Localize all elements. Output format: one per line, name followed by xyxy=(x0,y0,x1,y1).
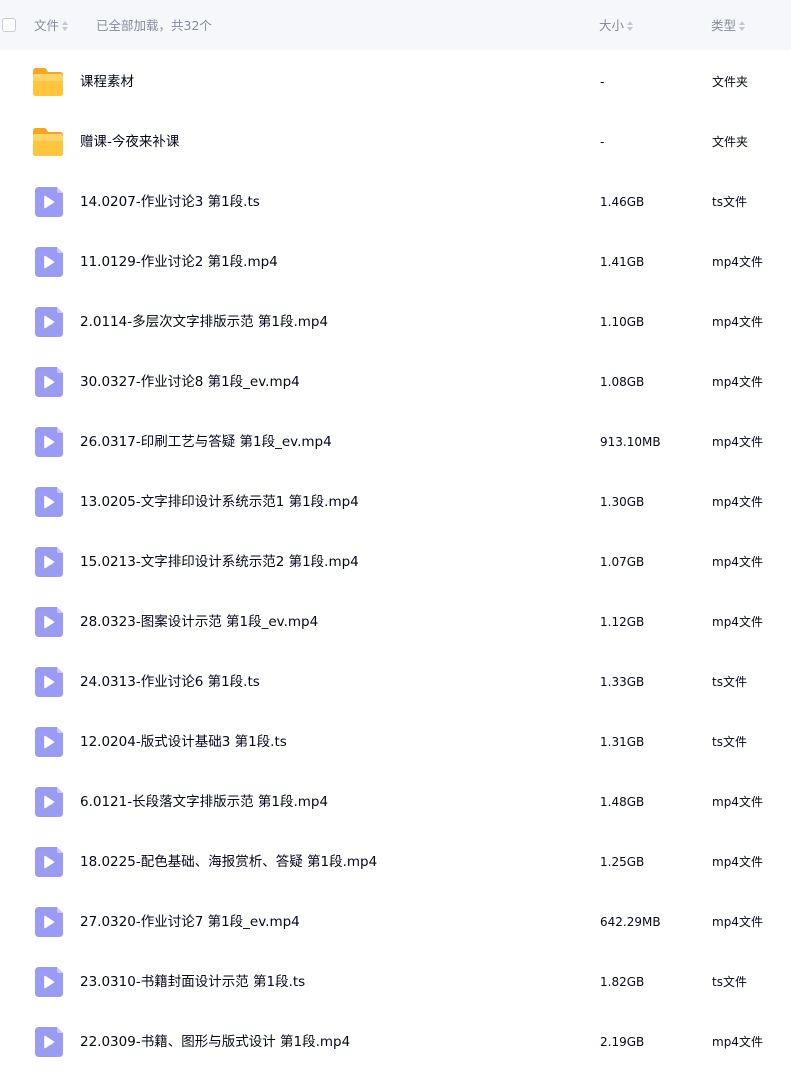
file-size: - xyxy=(600,75,605,89)
sort-by-name-header[interactable]: 文件 xyxy=(34,0,69,50)
video-icon xyxy=(32,427,64,457)
name-column-label: 文件 xyxy=(34,18,60,33)
file-row[interactable]: 28.0323-图案设计示范 第1段_ev.mp4 1.12GB mp4文件 xyxy=(0,592,791,652)
video-icon xyxy=(32,547,64,577)
file-type: ts文件 xyxy=(712,735,747,749)
file-size: 1.33GB xyxy=(600,675,645,689)
file-row[interactable]: 22.0309-书籍、图形与版式设计 第1段.mp4 2.19GB mp4文件 xyxy=(0,1012,791,1072)
file-row[interactable]: 24.0313-作业讨论6 第1段.ts 1.33GB ts文件 xyxy=(0,652,791,712)
file-row[interactable]: 2.0114-多层次文字排版示范 第1段.mp4 1.10GB mp4文件 xyxy=(0,292,791,352)
file-size: 1.30GB xyxy=(600,495,645,509)
file-name[interactable]: 2.0114-多层次文字排版示范 第1段.mp4 xyxy=(80,292,328,352)
file-type: mp4文件 xyxy=(712,315,763,329)
folder-icon xyxy=(32,67,64,97)
video-icon xyxy=(32,907,64,937)
file-name[interactable]: 11.0129-作业讨论2 第1段.mp4 xyxy=(80,232,278,292)
video-icon xyxy=(32,307,64,337)
video-icon xyxy=(32,847,64,877)
file-size: 913.10MB xyxy=(600,435,661,449)
file-type: mp4文件 xyxy=(712,255,763,269)
file-name[interactable]: 28.0323-图案设计示范 第1段_ev.mp4 xyxy=(80,592,318,652)
file-list-header: 文件 已全部加载，共32个 大小 类型 xyxy=(0,0,791,50)
video-icon xyxy=(32,787,64,817)
file-size: 1.25GB xyxy=(600,855,645,869)
file-size: 1.07GB xyxy=(600,555,645,569)
file-row[interactable]: 赠课-今夜来补课 - 文件夹 xyxy=(0,112,791,172)
file-type: mp4文件 xyxy=(712,795,763,809)
file-name[interactable]: 13.0205-文字排印设计系统示范1 第1段.mp4 xyxy=(80,472,359,532)
file-row[interactable]: 23.0310-书籍封面设计示范 第1段.ts 1.82GB ts文件 xyxy=(0,952,791,1012)
file-type: ts文件 xyxy=(712,675,747,689)
file-type: mp4文件 xyxy=(712,915,763,929)
file-row[interactable]: 18.0225-配色基础、海报赏析、答疑 第1段.mp4 1.25GB mp4文件 xyxy=(0,832,791,892)
file-row[interactable]: 课程素材 - 文件夹 xyxy=(0,52,791,112)
file-type: mp4文件 xyxy=(712,615,763,629)
file-type: mp4文件 xyxy=(712,1035,763,1049)
file-row[interactable]: 14.0207-作业讨论3 第1段.ts 1.46GB ts文件 xyxy=(0,172,791,232)
file-size: 1.12GB xyxy=(600,615,645,629)
file-row[interactable]: 12.0204-版式设计基础3 第1段.ts 1.31GB ts文件 xyxy=(0,712,791,772)
sort-by-type-header[interactable]: 类型 xyxy=(711,0,746,50)
file-size: 2.19GB xyxy=(600,1035,645,1049)
file-size: 1.08GB xyxy=(600,375,645,389)
video-icon xyxy=(32,247,64,277)
file-name[interactable]: 27.0320-作业讨论7 第1段_ev.mp4 xyxy=(80,892,300,952)
video-icon xyxy=(32,367,64,397)
sort-icon xyxy=(627,20,634,32)
sort-icon xyxy=(739,20,746,32)
file-name[interactable]: 26.0317-印刷工艺与答疑 第1段_ev.mp4 xyxy=(80,412,332,472)
loaded-count-text: 已全部加载，共32个 xyxy=(96,18,212,33)
file-name[interactable]: 14.0207-作业讨论3 第1段.ts xyxy=(80,172,260,232)
type-column-label: 类型 xyxy=(711,18,737,33)
file-row[interactable]: 30.0327-作业讨论8 第1段_ev.mp4 1.08GB mp4文件 xyxy=(0,352,791,412)
file-size: 1.10GB xyxy=(600,315,645,329)
video-icon xyxy=(32,487,64,517)
file-list: 课程素材 - 文件夹 赠课-今夜来补课 - 文件夹 14.0207-作业讨论3 第1段.ts… xyxy=(0,52,791,1072)
video-icon xyxy=(32,967,64,997)
file-name[interactable]: 24.0313-作业讨论6 第1段.ts xyxy=(80,652,260,712)
file-name[interactable]: 12.0204-版式设计基础3 第1段.ts xyxy=(80,712,287,772)
file-name[interactable]: 30.0327-作业讨论8 第1段_ev.mp4 xyxy=(80,352,300,412)
file-size: 642.29MB xyxy=(600,915,661,929)
file-size: 1.46GB xyxy=(600,195,645,209)
size-column-label: 大小 xyxy=(599,18,625,33)
sort-icon xyxy=(62,20,69,32)
file-size: - xyxy=(600,135,605,149)
file-name[interactable]: 18.0225-配色基础、海报赏析、答疑 第1段.mp4 xyxy=(80,832,377,892)
file-size: 1.41GB xyxy=(600,255,645,269)
file-type: ts文件 xyxy=(712,975,747,989)
video-icon xyxy=(32,727,64,757)
file-size: 1.48GB xyxy=(600,795,645,809)
file-name[interactable]: 赠课-今夜来补课 xyxy=(80,112,179,172)
file-name[interactable]: 15.0213-文字排印设计系统示范2 第1段.mp4 xyxy=(80,532,359,592)
file-row[interactable]: 26.0317-印刷工艺与答疑 第1段_ev.mp4 913.10MB mp4文件 xyxy=(0,412,791,472)
video-icon xyxy=(32,667,64,697)
file-type: mp4文件 xyxy=(712,435,763,449)
file-row[interactable]: 11.0129-作业讨论2 第1段.mp4 1.41GB mp4文件 xyxy=(0,232,791,292)
video-icon xyxy=(32,607,64,637)
video-icon xyxy=(32,1027,64,1057)
file-type: mp4文件 xyxy=(712,555,763,569)
file-name[interactable]: 23.0310-书籍封面设计示范 第1段.ts xyxy=(80,952,305,1012)
file-type: 文件夹 xyxy=(712,75,749,89)
file-size: 1.31GB xyxy=(600,735,645,749)
file-row[interactable]: 27.0320-作业讨论7 第1段_ev.mp4 642.29MB mp4文件 xyxy=(0,892,791,952)
file-type: 文件夹 xyxy=(712,135,749,149)
select-all-checkbox[interactable] xyxy=(2,18,16,32)
file-row[interactable]: 15.0213-文字排印设计系统示范2 第1段.mp4 1.07GB mp4文件 xyxy=(0,532,791,592)
file-row[interactable]: 6.0121-长段落文字排版示范 第1段.mp4 1.48GB mp4文件 xyxy=(0,772,791,832)
file-name[interactable]: 课程素材 xyxy=(80,52,134,112)
file-name[interactable]: 6.0121-长段落文字排版示范 第1段.mp4 xyxy=(80,772,328,832)
file-size: 1.82GB xyxy=(600,975,645,989)
file-type: ts文件 xyxy=(712,195,747,209)
folder-icon xyxy=(32,127,64,157)
file-row[interactable]: 13.0205-文字排印设计系统示范1 第1段.mp4 1.30GB mp4文件 xyxy=(0,472,791,532)
video-icon xyxy=(32,187,64,217)
sort-by-size-header[interactable]: 大小 xyxy=(599,0,634,50)
file-type: mp4文件 xyxy=(712,855,763,869)
file-name[interactable]: 22.0309-书籍、图形与版式设计 第1段.mp4 xyxy=(80,1012,350,1072)
file-type: mp4文件 xyxy=(712,495,763,509)
file-type: mp4文件 xyxy=(712,375,763,389)
